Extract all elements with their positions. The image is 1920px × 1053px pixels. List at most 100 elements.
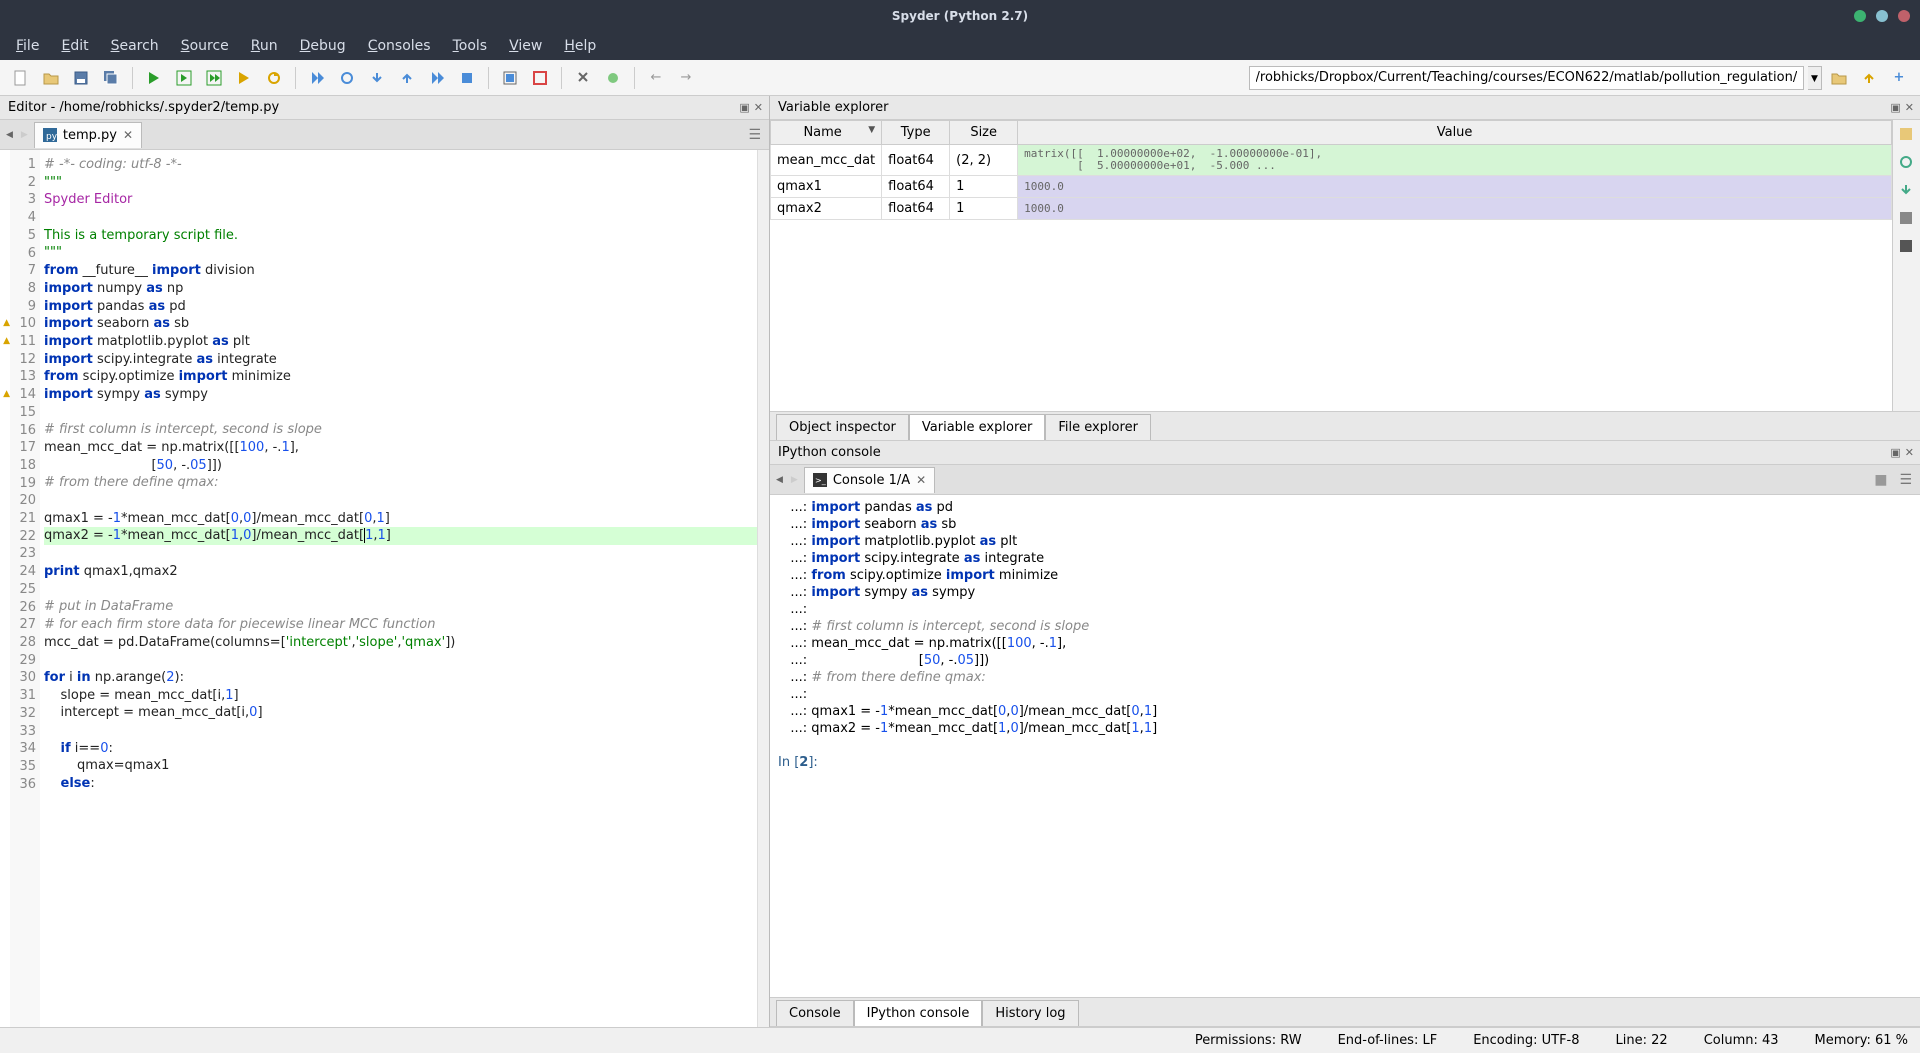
panel-close-icon[interactable]: ✕: [1905, 446, 1914, 459]
forward-button[interactable]: →: [673, 65, 699, 91]
browse-dir-button[interactable]: [1826, 65, 1852, 91]
tab-history-log[interactable]: History log: [982, 1000, 1078, 1026]
preferences-button[interactable]: [570, 65, 596, 91]
menu-consoles[interactable]: Consoles: [358, 34, 441, 58]
panel-undock-icon[interactable]: ▣: [739, 101, 749, 114]
file-tabbar: ◀ ▶ py temp.py ✕ ☰: [0, 120, 769, 150]
tab-close-icon[interactable]: ✕: [123, 128, 133, 142]
menu-search[interactable]: Search: [101, 34, 169, 58]
tab-next-icon[interactable]: ▶: [789, 475, 800, 485]
panel-close-icon[interactable]: ✕: [754, 101, 763, 114]
file-tab-label: temp.py: [63, 128, 117, 143]
close-icon[interactable]: [1898, 10, 1910, 22]
run-cell-advance-button[interactable]: [201, 65, 227, 91]
menu-edit[interactable]: Edit: [51, 34, 98, 58]
line-gutter: 1234567891011121314151617181920212223242…: [10, 150, 40, 1027]
varexp-tabs: Object inspectorVariable explorerFile ex…: [770, 411, 1920, 441]
path-dropdown-icon[interactable]: ▼: [1808, 66, 1822, 90]
continue-button[interactable]: [424, 65, 450, 91]
var-col-type[interactable]: Type: [882, 121, 950, 145]
save-as-icon[interactable]: [1898, 238, 1916, 256]
editor-scrollbar[interactable]: [757, 150, 769, 1027]
export-data-icon[interactable]: [1898, 182, 1916, 200]
run-cell-button[interactable]: [171, 65, 197, 91]
svg-text:>_: >_: [815, 476, 827, 485]
save-button[interactable]: [68, 65, 94, 91]
tab-next-icon[interactable]: ▶: [19, 130, 30, 140]
tab-object-inspector[interactable]: Object inspector: [776, 414, 909, 440]
status-line: Line: 22: [1616, 1033, 1668, 1048]
tab-close-icon[interactable]: ✕: [916, 473, 926, 487]
python-file-icon: py: [43, 128, 57, 142]
working-dir-input[interactable]: [1249, 66, 1805, 90]
new-file-button[interactable]: [8, 65, 34, 91]
import-data-icon[interactable]: [1898, 126, 1916, 144]
variable-table[interactable]: Name▼TypeSizeValuemean_mcc_datfloat64(2,…: [770, 120, 1892, 220]
debug-button[interactable]: [304, 65, 330, 91]
var-row-qmax1[interactable]: qmax1float6411000.0: [771, 176, 1892, 198]
menu-run[interactable]: Run: [241, 34, 288, 58]
menu-source[interactable]: Source: [171, 34, 239, 58]
tab-variable-explorer[interactable]: Variable explorer: [909, 414, 1045, 440]
run-last-button[interactable]: [261, 65, 287, 91]
step-button[interactable]: [334, 65, 360, 91]
var-row-qmax2[interactable]: qmax2float6411000.0: [771, 198, 1892, 220]
step-out-button[interactable]: [394, 65, 420, 91]
console-stop-icon[interactable]: ■: [1870, 472, 1891, 488]
window-controls: [1854, 10, 1910, 22]
tab-file-explorer[interactable]: File explorer: [1045, 414, 1151, 440]
open-file-button[interactable]: [38, 65, 64, 91]
console-icon: >_: [813, 473, 827, 487]
menu-tools[interactable]: Tools: [443, 34, 498, 58]
status-column: Column: 43: [1704, 1033, 1779, 1048]
window-title: Spyder (Python 2.7): [892, 9, 1028, 23]
titlebar: Spyder (Python 2.7): [0, 0, 1920, 32]
status-permissions: Permissions: RW: [1195, 1033, 1302, 1048]
tab-prev-icon[interactable]: ◀: [4, 130, 15, 140]
status-memory: Memory: 61 %: [1815, 1033, 1908, 1048]
run-selection-button[interactable]: [231, 65, 257, 91]
code-editor[interactable]: # -*- coding: utf-8 -*-"""Spyder Editor …: [40, 150, 757, 1027]
menu-view[interactable]: View: [499, 34, 552, 58]
save-data-icon[interactable]: [1898, 210, 1916, 228]
maximize-icon[interactable]: [1876, 10, 1888, 22]
var-col-name[interactable]: Name▼: [771, 121, 882, 145]
panel-undock-icon[interactable]: ▣: [1890, 101, 1900, 114]
tab-prev-icon[interactable]: ◀: [774, 475, 785, 485]
panel-close-icon[interactable]: ✕: [1905, 101, 1914, 114]
panel-undock-icon[interactable]: ▣: [1890, 446, 1900, 459]
add-path-button[interactable]: +: [1886, 65, 1912, 91]
editor-title: Editor - /home/robhicks/.spyder2/temp.py…: [0, 96, 769, 120]
maximize-pane-button[interactable]: [497, 65, 523, 91]
varexp-toolbar: [1892, 120, 1920, 411]
python-path-button[interactable]: [600, 65, 626, 91]
status-encoding: Encoding: UTF-8: [1473, 1033, 1579, 1048]
var-col-size[interactable]: Size: [950, 121, 1018, 145]
ipython-title: IPython console ▣ ✕: [770, 441, 1920, 465]
ipython-console[interactable]: ...: import pandas as pd ...: import sea…: [770, 495, 1920, 997]
status-eol: End-of-lines: LF: [1338, 1033, 1438, 1048]
var-row-mean_mcc_dat[interactable]: mean_mcc_datfloat64(2, 2)matrix([[ 1.000…: [771, 145, 1892, 176]
menu-file[interactable]: File: [6, 34, 49, 58]
console-options-icon[interactable]: ☰: [1895, 472, 1916, 488]
toolbar: ← → ▼ +: [0, 60, 1920, 96]
step-into-button[interactable]: [364, 65, 390, 91]
fullscreen-button[interactable]: [527, 65, 553, 91]
tab-ipython-console[interactable]: IPython console: [854, 1000, 983, 1026]
run-button[interactable]: [141, 65, 167, 91]
menubar: FileEditSearchSourceRunDebugConsolesTool…: [0, 32, 1920, 60]
back-button[interactable]: ←: [643, 65, 669, 91]
save-all-button[interactable]: [98, 65, 124, 91]
minimize-icon[interactable]: [1854, 10, 1866, 22]
svg-text:py: py: [46, 132, 57, 142]
menu-help[interactable]: Help: [554, 34, 606, 58]
var-col-value[interactable]: Value: [1018, 121, 1892, 145]
parent-dir-button[interactable]: [1856, 65, 1882, 91]
refresh-icon[interactable]: [1898, 154, 1916, 172]
tab-options-icon[interactable]: ☰: [744, 127, 765, 143]
stop-debug-button[interactable]: [454, 65, 480, 91]
file-tab-temp[interactable]: py temp.py ✕: [34, 122, 142, 148]
console-tab[interactable]: >_ Console 1/A ✕: [804, 467, 935, 493]
tab-console[interactable]: Console: [776, 1000, 854, 1026]
menu-debug[interactable]: Debug: [290, 34, 356, 58]
